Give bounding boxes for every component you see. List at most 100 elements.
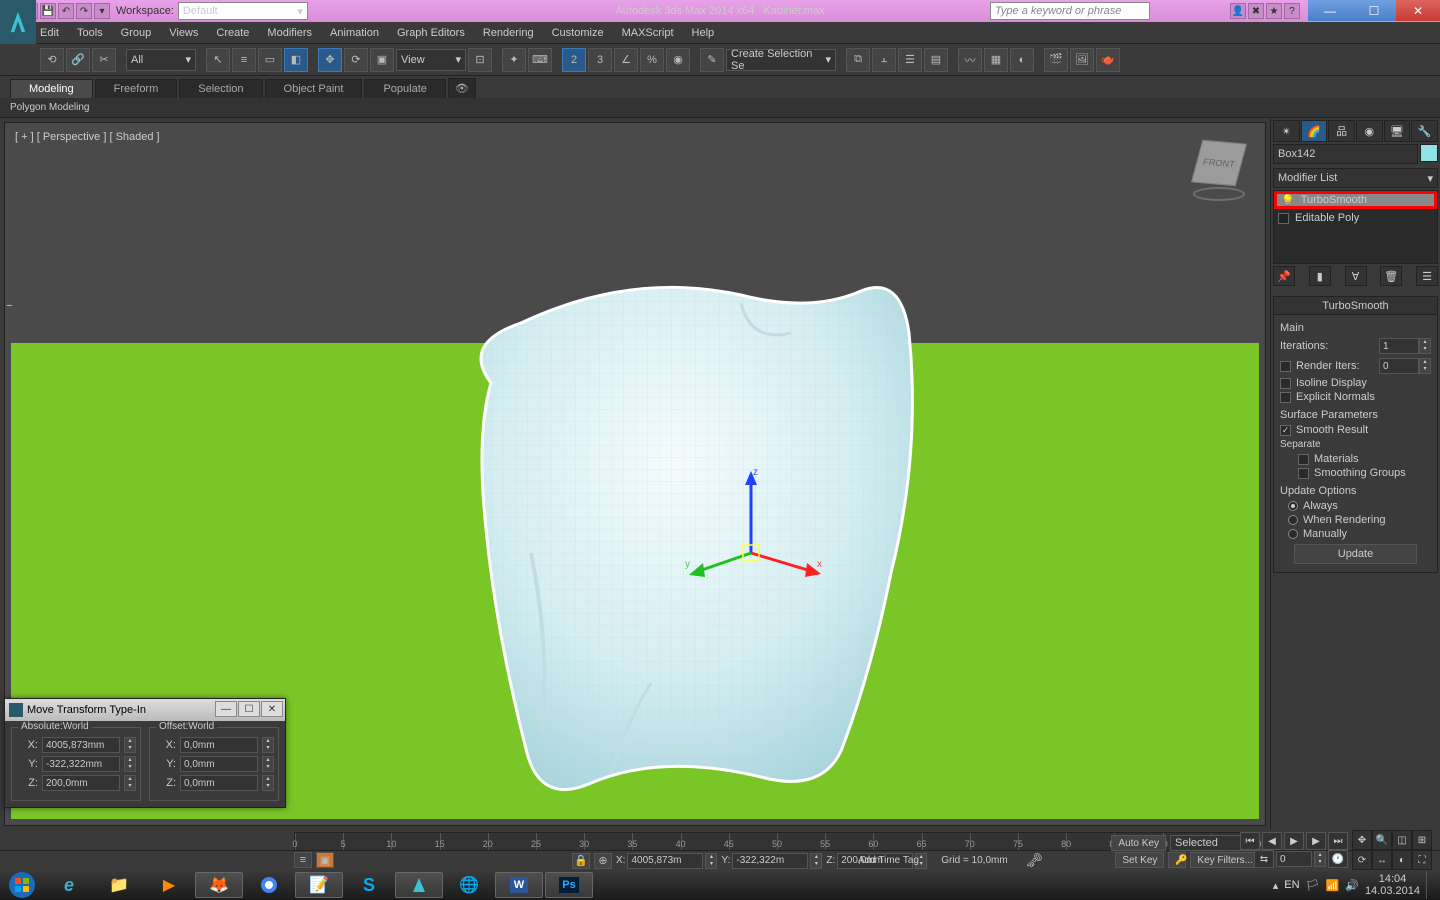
abs-z-spinner[interactable]: ▴▾ xyxy=(124,775,136,791)
unlink-icon[interactable]: ✂ xyxy=(92,48,116,72)
cp-tab-utilities-icon[interactable]: 🔧 xyxy=(1411,120,1438,142)
selection-filter-dropdown[interactable]: All▾ xyxy=(126,49,196,71)
off-x-input[interactable]: 0,0mm xyxy=(180,737,258,753)
modifier-stack[interactable]: 💡TurboSmooth Editable Poly xyxy=(1273,190,1438,264)
float-close-button[interactable]: ✕ xyxy=(261,701,283,717)
task-skype-icon[interactable]: S xyxy=(345,872,393,898)
iterations-input[interactable]: 1 xyxy=(1379,338,1419,354)
menu-help[interactable]: Help xyxy=(692,27,715,39)
move-icon[interactable]: ✥ xyxy=(318,48,342,72)
align-icon[interactable]: ⫠ xyxy=(872,48,896,72)
select-name-icon[interactable]: ≡ xyxy=(232,48,256,72)
help-search-input[interactable]: Type a keyword or phrase xyxy=(990,2,1150,20)
help-btn1-icon[interactable]: 👤 xyxy=(1230,3,1246,19)
menu-create[interactable]: Create xyxy=(216,27,249,39)
snap-angle-icon[interactable]: ∠ xyxy=(614,48,638,72)
isoline-check[interactable] xyxy=(1280,378,1291,389)
next-frame-icon[interactable]: ▶ xyxy=(1306,832,1326,850)
scale-icon[interactable]: ▣ xyxy=(370,48,394,72)
pivot-icon[interactable]: ⊡ xyxy=(468,48,492,72)
window-minimize-button[interactable]: — xyxy=(1308,0,1352,21)
menu-group[interactable]: Group xyxy=(121,27,152,39)
select-object-icon[interactable]: ↖ xyxy=(206,48,230,72)
window-maximize-button[interactable]: ☐ xyxy=(1352,0,1396,21)
object-name-input[interactable]: Box142 xyxy=(1273,144,1418,164)
keyboard-icon[interactable]: ⌨ xyxy=(528,48,552,72)
menu-customize[interactable]: Customize xyxy=(552,27,604,39)
tb-redo-icon[interactable]: ↷ xyxy=(76,3,92,19)
smooth-result-check[interactable]: ✓ xyxy=(1280,425,1291,436)
zoom-icon[interactable]: 🔍 xyxy=(1372,830,1392,850)
cp-tab-modify-icon[interactable]: 🌈 xyxy=(1301,120,1328,142)
curve-editor-icon[interactable]: 〰 xyxy=(958,48,982,72)
rollout-header[interactable]: −TurboSmooth xyxy=(1274,297,1437,315)
float-titlebar[interactable]: Move Transform Type-In — ☐ ✕ xyxy=(5,699,285,721)
named-sel-icon[interactable]: ✎ xyxy=(700,48,724,72)
render-icon[interactable]: 🫖 xyxy=(1096,48,1120,72)
radio-when-rendering[interactable] xyxy=(1288,515,1298,525)
off-x-spinner[interactable]: ▴▾ xyxy=(262,737,274,753)
materials-check[interactable] xyxy=(1298,454,1309,465)
time-config-icon[interactable]: 🕐 xyxy=(1328,850,1348,868)
abs-x-input[interactable]: 4005,873mm xyxy=(42,737,120,753)
tb-save-icon[interactable]: 💾 xyxy=(40,3,56,19)
render-iters-input[interactable]: 0 xyxy=(1379,358,1419,374)
tray-network-icon[interactable]: 📶 xyxy=(1326,879,1340,892)
dolly-icon[interactable]: ↔ xyxy=(1372,850,1392,870)
float-minimize-button[interactable]: — xyxy=(215,701,237,717)
make-unique-icon[interactable]: ∀ xyxy=(1345,266,1367,286)
task-word-icon[interactable]: W xyxy=(495,872,543,898)
menu-graph-editors[interactable]: Graph Editors xyxy=(397,27,465,39)
tb-project-icon[interactable]: ▾ xyxy=(94,3,110,19)
play-icon[interactable]: ▶ xyxy=(1284,832,1304,850)
off-y-spinner[interactable]: ▴▾ xyxy=(262,756,274,772)
task-browser2-icon[interactable]: 🌐 xyxy=(445,872,493,898)
task-photoshop-icon[interactable]: Ps xyxy=(545,872,593,898)
modifier-turbosmooth[interactable]: 💡TurboSmooth xyxy=(1274,191,1437,209)
iterations-spinner[interactable]: ▴▾ xyxy=(1419,338,1431,354)
select-window-icon[interactable]: ◧ xyxy=(284,48,308,72)
layers-icon[interactable]: ☰ xyxy=(898,48,922,72)
orbit-icon[interactable]: ⟳ xyxy=(1352,850,1372,870)
zoom-all-icon[interactable]: ⊞ xyxy=(1412,830,1432,850)
clock[interactable]: 14:0414.03.2014 xyxy=(1365,873,1420,897)
key-icon[interactable]: 🗝 xyxy=(1026,852,1044,869)
task-firefox-icon[interactable]: 🦊 xyxy=(195,872,243,898)
workspace-dropdown[interactable]: Default▾ xyxy=(178,2,308,20)
goto-start-icon[interactable]: ⏮ xyxy=(1240,832,1260,850)
snap-3d-icon[interactable]: 3 xyxy=(588,48,612,72)
menu-tools[interactable]: Tools xyxy=(77,27,103,39)
roll-icon[interactable]: ◐ xyxy=(1392,850,1412,870)
auto-key-button[interactable]: Auto Key xyxy=(1111,835,1166,851)
lang-indicator[interactable]: EN xyxy=(1284,879,1299,891)
task-explorer-icon[interactable]: 📁 xyxy=(95,872,143,898)
modifier-list-dropdown[interactable]: Modifier List▾ xyxy=(1273,168,1438,188)
mirror-icon[interactable]: ⧉ xyxy=(846,48,870,72)
select-rect-icon[interactable]: ▭ xyxy=(258,48,282,72)
off-y-input[interactable]: 0,0mm xyxy=(180,756,258,772)
help-btn4-icon[interactable]: ? xyxy=(1284,3,1300,19)
prompt-icon[interactable]: ▣ xyxy=(316,852,334,868)
tray-flag-icon[interactable]: 🏳 xyxy=(1306,879,1320,892)
prev-frame-icon[interactable]: ◀ xyxy=(1262,832,1282,850)
menu-edit[interactable]: Edit xyxy=(40,27,59,39)
tab-object-paint[interactable]: Object Paint xyxy=(265,79,363,98)
menu-rendering[interactable]: Rendering xyxy=(483,27,534,39)
tab-freeform[interactable]: Freeform xyxy=(95,79,178,98)
manip-icon[interactable]: ✦ xyxy=(502,48,526,72)
abs-y-input[interactable]: -322,322mm xyxy=(42,756,120,772)
key-filters-button[interactable]: Key Filters... xyxy=(1190,852,1260,868)
move-transform-window[interactable]: Move Transform Type-In — ☐ ✕ Absolute:Wo… xyxy=(4,698,286,808)
task-media-icon[interactable]: ▶ xyxy=(145,872,193,898)
off-z-input[interactable]: 0,0mm xyxy=(180,775,258,791)
max-toggle-icon[interactable]: ⛶ xyxy=(1412,850,1432,870)
rotate-icon[interactable]: ⟳ xyxy=(344,48,368,72)
cp-tab-motion-icon[interactable]: ◉ xyxy=(1356,120,1383,142)
snap-spinner-icon[interactable]: ◉ xyxy=(666,48,690,72)
radio-manually[interactable] xyxy=(1288,529,1298,539)
task-3dsmax-icon[interactable] xyxy=(395,872,443,898)
menu-animation[interactable]: Animation xyxy=(330,27,379,39)
window-close-button[interactable]: ✕ xyxy=(1396,0,1440,21)
render-setup-icon[interactable]: 🎬 xyxy=(1044,48,1068,72)
app-logo[interactable] xyxy=(0,0,36,44)
